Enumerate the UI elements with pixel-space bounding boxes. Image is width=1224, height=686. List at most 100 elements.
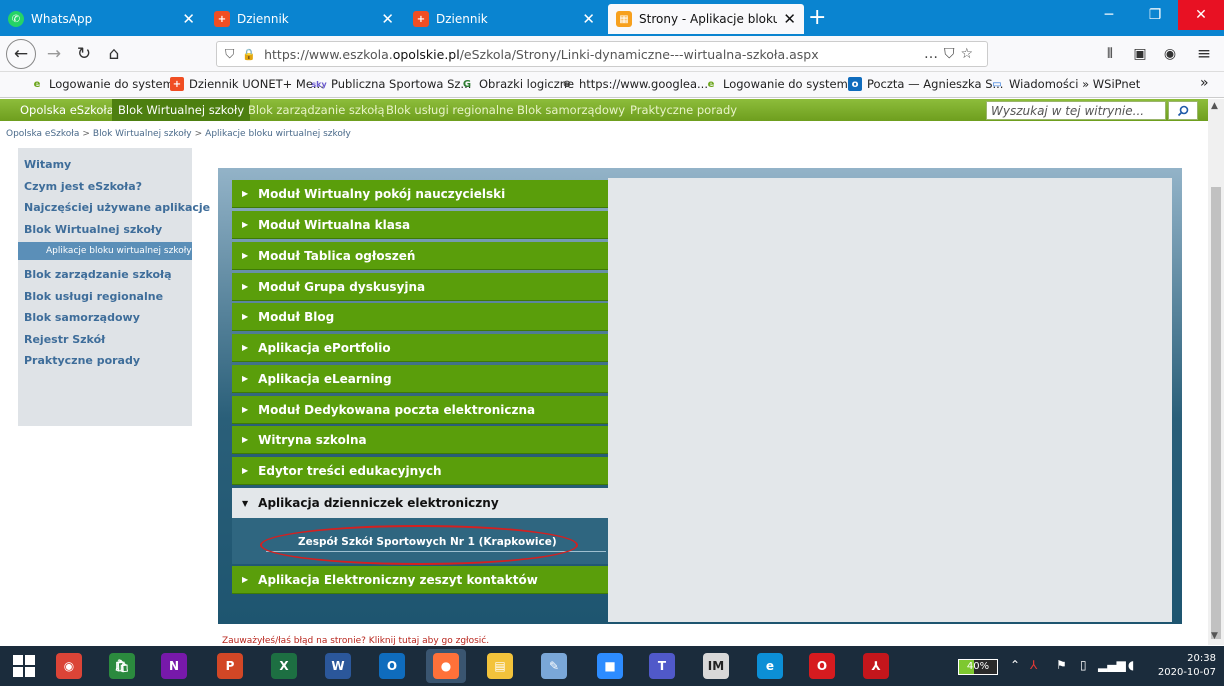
topnav-opolska-eszkola[interactable]: Opolska eSzkoła	[20, 103, 114, 117]
dziennik-icon: +	[170, 77, 184, 91]
scrollbar-thumb[interactable]	[1211, 187, 1221, 639]
topnav-blok-samorzadowy[interactable]: Blok samorządowy	[517, 103, 625, 117]
tab-whatsapp[interactable]: ✆ WhatsApp ✕	[0, 4, 203, 34]
signal-icon[interactable]: ▂▄▆	[1098, 658, 1126, 672]
sidebar-item-blok-zarzadzanie[interactable]: Blok zarządzanie szkołą	[18, 264, 192, 286]
home-button[interactable]: ⌂	[100, 40, 128, 68]
topnav-praktyczne-porady[interactable]: Praktyczne porady	[630, 103, 737, 117]
tab-dziennik-2[interactable]: + Dziennik ✕	[405, 4, 603, 34]
onenote-icon[interactable]: N	[160, 652, 188, 680]
sidebar-item-najczesciej[interactable]: Najczęściej używane aplikacje	[18, 197, 210, 219]
new-tab-button[interactable]: +	[808, 5, 826, 31]
im-icon[interactable]: IM	[702, 652, 730, 680]
sidebar-toggle-icon[interactable]: ▣	[1126, 40, 1154, 68]
edge-icon[interactable]: e	[756, 652, 784, 680]
close-icon[interactable]: ✕	[783, 10, 796, 28]
powerpoint-icon[interactable]: P	[216, 652, 244, 680]
bookmark-item[interactable]: e Logowanie do system...	[704, 77, 859, 91]
clock-time: 20:38	[1187, 653, 1216, 664]
chrome-icon[interactable]: ◉	[55, 652, 83, 680]
accordion-item[interactable]: ▶ Moduł Dedykowana poczta elektroniczna	[232, 396, 608, 424]
close-icon[interactable]: ✕	[582, 10, 595, 28]
url-bar[interactable]: ⛉ 🔒 https://www.eszkola. opolskie.pl/eSzk…	[216, 41, 988, 67]
flag-icon[interactable]: ⚑	[1056, 658, 1067, 672]
topnav-blok-zarzadzanie[interactable]: Blok zarządzanie szkołą	[248, 103, 385, 117]
more-bookmarks-icon[interactable]: »	[1200, 75, 1209, 91]
bookmark-item[interactable]: e Logowanie do system...	[30, 77, 185, 91]
close-icon[interactable]: ✕	[381, 10, 394, 28]
accordion-item[interactable]: ▶ Edytor treści edukacyjnych	[232, 457, 608, 485]
accordion-item[interactable]: ▶ Moduł Wirtualny pokój nauczycielski	[232, 180, 608, 208]
sidebar-item-blok-uslugi[interactable]: Blok usługi regionalne	[18, 286, 192, 308]
bookmark-item[interactable]: ▭ Wiadomości » WSiPnet	[990, 77, 1140, 91]
sidebar-item-blok-samorzadowy[interactable]: Blok samorządowy	[18, 307, 192, 329]
breadcrumb-item[interactable]: Blok Wirtualnej szkoły	[93, 129, 192, 139]
topnav-blok-uslugi[interactable]: Blok usługi regionalne	[386, 103, 513, 117]
bookmark-item[interactable]: + Dziennik UONET+ Me...	[170, 77, 324, 91]
zoom-icon[interactable]: ■	[596, 652, 624, 680]
accordion-item[interactable]: ▶ Moduł Wirtualna klasa	[232, 211, 608, 239]
sidebar-item-czym-jest[interactable]: Czym jest eSzkoła?	[18, 176, 192, 198]
excel-icon[interactable]: X	[270, 652, 298, 680]
outlook-icon: o	[848, 77, 862, 91]
bookmark-item[interactable]: ⊕ https://www.googlea...	[560, 77, 708, 91]
back-button[interactable]: ←	[6, 39, 36, 69]
sidebar-item-rejestr-szkol[interactable]: Rejestr Szkół	[18, 329, 192, 351]
accordion-item[interactable]: ▶ Moduł Tablica ogłoszeń	[232, 242, 608, 270]
windows-start-icon[interactable]	[10, 652, 38, 680]
page-actions[interactable]: …⛉☆	[924, 46, 979, 62]
accordion-item[interactable]: ▶ Witryna szkolna	[232, 426, 608, 454]
chevron-right-icon: ▶	[242, 189, 249, 198]
maximize-button[interactable]: ❐	[1132, 0, 1178, 30]
accordion-item[interactable]: ▶ Moduł Blog	[232, 303, 608, 331]
more-icon: …	[923, 46, 944, 62]
sidebar-item-praktyczne-porady[interactable]: Praktyczne porady	[18, 350, 192, 372]
bookmark-item[interactable]: G Obrazki logiczne	[460, 77, 574, 91]
sidebar-item-aplikacje-bloku[interactable]: Aplikacje bloku wirtualnej szkoły	[18, 242, 192, 260]
chevron-up-icon[interactable]: ⌃	[1010, 658, 1020, 672]
accordion-item[interactable]: ▶ Aplikacja eLearning	[232, 365, 608, 393]
acrobat-tray-icon[interactable]: ⅄	[1030, 658, 1037, 672]
chevron-right-icon: ▶	[242, 312, 249, 321]
battery-indicator[interactable]: 40%	[958, 659, 998, 675]
volume-icon[interactable]: ◖	[1128, 658, 1134, 672]
minimize-button[interactable]: ─	[1086, 0, 1132, 30]
search-button[interactable]	[1168, 101, 1198, 120]
forward-button[interactable]: →	[40, 40, 68, 68]
close-window-button[interactable]: ✕	[1178, 0, 1224, 30]
topnav-blok-wirtualnej-szkoly[interactable]: Blok Wirtualnej szkoły	[112, 99, 251, 121]
sidebar-item-blok-wirtualnej[interactable]: Blok Wirtualnej szkoły	[18, 219, 192, 241]
report-error-link[interactable]: Zauważyłeś/łaś błąd na stronie? Kliknij …	[222, 636, 489, 646]
accordion-item[interactable]: ▶ Aplikacja Elektroniczny zeszyt kontaktó…	[232, 566, 608, 594]
tab-strony-active[interactable]: ▦ Strony - Aplikacje bloku wirtua ✕	[608, 4, 804, 34]
firefox-icon[interactable]: ●	[426, 649, 466, 683]
site-top-navigation: Opolska eSzkoła Blok Wirtualnej szkoły B…	[0, 99, 1208, 121]
close-icon[interactable]: ✕	[182, 10, 195, 28]
accordion-item[interactable]: ▶ Aplikacja ePortfolio	[232, 334, 608, 362]
account-icon[interactable]: ◉	[1156, 40, 1184, 68]
accordion-item[interactable]: ▶ Moduł Grupa dyskusyjna	[232, 273, 608, 301]
file-explorer-icon[interactable]: ▤	[486, 652, 514, 680]
accordion-item-expanded[interactable]: ▼ Aplikacja dzienniczek elektroniczny	[232, 488, 608, 518]
tab-dziennik[interactable]: + Dziennik ✕	[206, 4, 402, 34]
breadcrumb-item[interactable]: Opolska eSzkoła	[6, 129, 79, 139]
lock-icon: 🔒	[242, 47, 257, 61]
library-icon[interactable]: ⫴	[1096, 40, 1124, 68]
store-icon[interactable]: 🛍	[108, 652, 136, 680]
word-icon[interactable]: W	[324, 652, 352, 680]
paint-icon[interactable]: ✎	[540, 652, 568, 680]
acrobat-icon[interactable]: ⅄	[862, 652, 890, 680]
vertical-scrollbar[interactable]: ▲ ▼	[1208, 99, 1224, 645]
opera-icon[interactable]: O	[808, 652, 836, 680]
teams-icon[interactable]: T	[648, 652, 676, 680]
search-input[interactable]: Wyszukaj w tej witrynie...	[986, 101, 1166, 120]
clock[interactable]: 20:38 2020-10-07	[1150, 652, 1216, 680]
battery-tray-icon[interactable]: ▯	[1080, 658, 1087, 672]
sidebar-item-witamy[interactable]: Witamy	[18, 154, 192, 176]
menu-icon[interactable]: ≡	[1190, 40, 1218, 68]
bookmark-item[interactable]: o Poczta — Agnieszka S...	[848, 77, 1003, 91]
reload-button[interactable]: ↻	[70, 40, 98, 68]
outlook-icon[interactable]: O	[378, 652, 406, 680]
bookmark-item[interactable]: sky Publiczna Sportowa Sz...	[311, 77, 471, 91]
pocket-icon: ⛉	[943, 46, 961, 62]
